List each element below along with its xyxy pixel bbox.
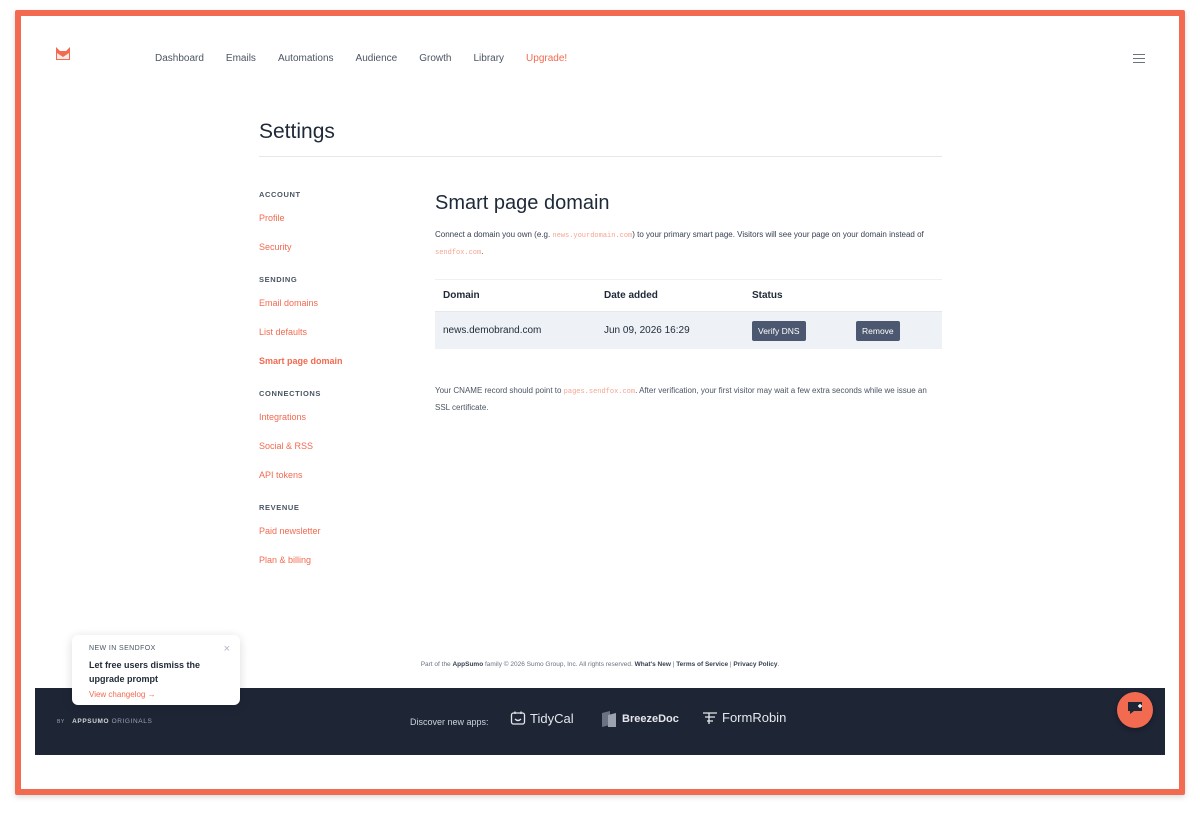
breezedoc-link[interactable]: BreezeDoc bbox=[600, 710, 679, 728]
sidebar-item-integrations[interactable]: Integrations bbox=[259, 412, 409, 422]
sidebar-heading-sending: SENDING bbox=[259, 275, 298, 284]
toast-kicker: NEW IN SENDFOX bbox=[89, 645, 156, 652]
sidebar-item-smart-page-domain[interactable]: Smart page domain bbox=[259, 356, 409, 366]
row-actions: Remove bbox=[856, 320, 942, 341]
desc-text: . bbox=[481, 247, 484, 256]
section-title: Smart page domain bbox=[435, 192, 610, 214]
formrobin-icon bbox=[702, 711, 718, 725]
view-changelog-link[interactable]: View changelog → bbox=[89, 690, 223, 699]
sidebar-item-security[interactable]: Security bbox=[259, 242, 409, 252]
verify-dns-button[interactable]: Verify DNS bbox=[752, 320, 806, 341]
tidycal-link[interactable]: TidyCal bbox=[510, 710, 574, 726]
nav-library[interactable]: Library bbox=[473, 53, 504, 64]
top-nav: Dashboard Emails Automations Audience Gr… bbox=[35, 16, 1165, 96]
header-domain: Domain bbox=[443, 290, 480, 301]
app-page: Dashboard Emails Automations Audience Gr… bbox=[35, 16, 1165, 789]
cname-note: Your CNAME record should point to pages.… bbox=[435, 383, 942, 416]
brand-name: APPSUMO bbox=[72, 718, 110, 725]
breezedoc-label: BreezeDoc bbox=[622, 713, 679, 725]
sidebar-heading-revenue: REVENUE bbox=[259, 503, 300, 512]
close-icon[interactable]: × bbox=[224, 643, 230, 655]
tidycal-label: TidyCal bbox=[530, 710, 574, 726]
chat-icon bbox=[1126, 700, 1144, 721]
formrobin-label: FormRobin bbox=[722, 710, 787, 725]
nav-upgrade[interactable]: Upgrade! bbox=[526, 53, 567, 64]
cname-target: pages.sendfox.com bbox=[563, 388, 636, 396]
appsumo-originals-logo[interactable]: BY APPSUMO ORIGINALS bbox=[57, 718, 152, 725]
appsumo-link[interactable]: AppSumo bbox=[452, 661, 483, 668]
row-status: Verify DNS bbox=[752, 320, 856, 341]
hamburger-menu-icon[interactable] bbox=[1133, 54, 1145, 64]
legal-text: . bbox=[777, 661, 780, 668]
desc-text: ) to your primary smart page. Visitors w… bbox=[632, 230, 924, 239]
sidebar-item-profile[interactable]: Profile bbox=[259, 213, 409, 223]
nav-emails[interactable]: Emails bbox=[226, 53, 256, 64]
settings-sidebar: ACCOUNT Profile Security SENDING Email d… bbox=[259, 190, 409, 584]
header-status: Status bbox=[752, 290, 783, 301]
row-domain: news.demobrand.com bbox=[443, 325, 542, 336]
nav-dashboard[interactable]: Dashboard bbox=[155, 53, 204, 64]
privacy-link[interactable]: Privacy Policy bbox=[733, 661, 777, 668]
browser-frame: Dashboard Emails Automations Audience Gr… bbox=[15, 10, 1185, 795]
table-header: Domain Date added Status bbox=[435, 280, 942, 312]
discover-label: Discover new apps: bbox=[410, 717, 489, 727]
sidebar-item-plan-billing[interactable]: Plan & billing bbox=[259, 555, 409, 565]
example-domain: news.yourdomain.com bbox=[552, 232, 633, 240]
page-title: Settings bbox=[259, 120, 335, 143]
default-domain: sendfox.com bbox=[435, 249, 482, 257]
domains-table: Domain Date added Status news.demobrand.… bbox=[435, 279, 942, 349]
main-nav: Dashboard Emails Automations Audience Gr… bbox=[155, 53, 567, 64]
tidycal-icon bbox=[510, 710, 526, 726]
section-description: Connect a domain you own (e.g. news.your… bbox=[435, 227, 942, 261]
toast-title: Let free users dismiss the upgrade promp… bbox=[89, 660, 201, 684]
legal-text: family © 2026 Sumo Group, Inc. All right… bbox=[483, 661, 635, 668]
nav-automations[interactable]: Automations bbox=[278, 53, 334, 64]
nav-audience[interactable]: Audience bbox=[356, 53, 398, 64]
table-row: news.demobrand.com Jun 09, 2026 16:29 Ve… bbox=[435, 312, 942, 349]
main-content: Smart page domain Connect a domain you o… bbox=[435, 192, 942, 416]
sidebar-item-paid-newsletter[interactable]: Paid newsletter bbox=[259, 526, 409, 536]
brand-originals: ORIGINALS bbox=[111, 718, 153, 725]
sidebar-item-list-defaults[interactable]: List defaults bbox=[259, 327, 409, 337]
remove-button[interactable]: Remove bbox=[856, 320, 900, 341]
sendfox-logo-icon[interactable] bbox=[55, 46, 71, 62]
formrobin-link[interactable]: FormRobin bbox=[702, 710, 786, 725]
sidebar-item-social-rss[interactable]: Social & RSS bbox=[259, 441, 409, 451]
chat-button[interactable] bbox=[1117, 692, 1153, 728]
note-text: Your CNAME record should point to bbox=[435, 386, 564, 395]
breezedoc-icon bbox=[600, 710, 618, 728]
terms-link[interactable]: Terms of Service bbox=[676, 661, 728, 668]
sidebar-item-api-tokens[interactable]: API tokens bbox=[259, 470, 409, 480]
legal-text: Part of the bbox=[420, 661, 453, 668]
sidebar-heading-account: ACCOUNT bbox=[259, 190, 301, 199]
header-date-added: Date added bbox=[604, 290, 658, 301]
whats-new-link[interactable]: What's New bbox=[635, 661, 671, 668]
row-date: Jun 09, 2026 16:29 bbox=[604, 325, 690, 336]
nav-growth[interactable]: Growth bbox=[419, 53, 451, 64]
changelog-toast: × NEW IN SENDFOX Let free users dismiss … bbox=[72, 635, 240, 705]
desc-text: Connect a domain you own (e.g. bbox=[435, 230, 553, 239]
sidebar-heading-connections: CONNECTIONS bbox=[259, 389, 322, 398]
sidebar-item-email-domains[interactable]: Email domains bbox=[259, 298, 409, 308]
brand-by: BY bbox=[57, 719, 65, 725]
divider bbox=[259, 156, 942, 157]
